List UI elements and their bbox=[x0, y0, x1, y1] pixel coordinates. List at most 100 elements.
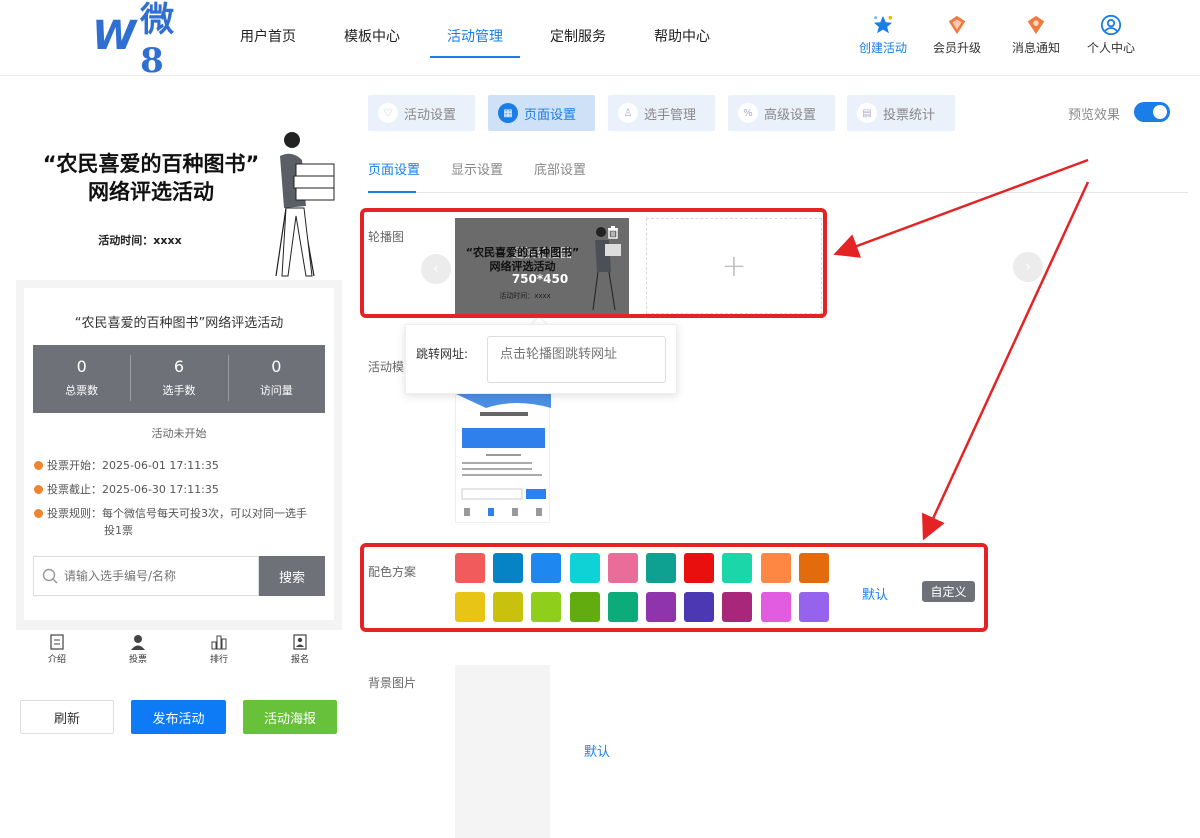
stat-contestants-label: 选手数 bbox=[162, 384, 196, 397]
vote-rule-info: 投票规则：每个微信号每天可投3次，可以对同一选手 投1票 bbox=[34, 505, 324, 539]
step-tab-contestant-management[interactable]: ♙ 选手管理 bbox=[608, 95, 715, 131]
nav-custom-service[interactable]: 定制服务 bbox=[550, 26, 606, 46]
tabbar-intro[interactable]: 介绍 bbox=[27, 634, 87, 665]
logo-text: 微8 bbox=[140, 0, 176, 81]
document-icon bbox=[50, 634, 64, 650]
stat-contestants: 6 选手数 bbox=[130, 345, 227, 413]
publish-activity-button[interactable]: 发布活动 bbox=[131, 700, 226, 734]
poster-activity-time: 活动时间：xxxx bbox=[98, 234, 182, 247]
info-dot-icon bbox=[34, 461, 43, 470]
preview-effect-toggle[interactable] bbox=[1134, 102, 1170, 122]
nav-user-home[interactable]: 用户首页 bbox=[240, 26, 296, 46]
nav-active-underline bbox=[430, 56, 520, 58]
stat-visits: 0 访问量 bbox=[227, 345, 325, 413]
percent-icon: % bbox=[738, 103, 758, 123]
subtab-footer-settings[interactable]: 底部设置 bbox=[534, 159, 586, 178]
message-notify-button[interactable]: 消息通知 bbox=[998, 14, 1074, 56]
tabbar-vote[interactable]: 投票 bbox=[108, 634, 168, 665]
arrow-to-color-scheme bbox=[922, 181, 1090, 541]
step-tab-page-settings[interactable]: ▦ 页面设置 bbox=[488, 95, 595, 131]
member-upgrade-label: 会员升级 bbox=[932, 41, 981, 55]
tabbar-intro-label: 介绍 bbox=[47, 655, 66, 665]
search-button[interactable]: 搜索 bbox=[259, 556, 325, 596]
logo[interactable]: W 微8 bbox=[92, 0, 192, 81]
tabbar-vote-label: 投票 bbox=[128, 655, 147, 665]
step-tab-contestant-management-label: 选手管理 bbox=[644, 107, 697, 123]
vip-badge-icon bbox=[948, 15, 966, 35]
user-circle-icon bbox=[1100, 14, 1122, 36]
poster-title-line1: “农民喜爱的百种图书” bbox=[42, 152, 260, 176]
info-dot-icon bbox=[34, 509, 43, 518]
tabbar-ranking-label: 排行 bbox=[209, 655, 228, 665]
step-tab-advanced-settings[interactable]: % 高级设置 bbox=[728, 95, 835, 131]
stat-contestants-value: 6 bbox=[173, 357, 185, 376]
message-notify-label: 消息通知 bbox=[1011, 41, 1060, 55]
person-carrying-books-illustration bbox=[275, 132, 335, 277]
stat-total-votes-label: 总票数 bbox=[65, 384, 99, 397]
step-tab-activity-settings-label: 活动设置 bbox=[404, 107, 457, 123]
vote-end-text: 投票截止：2025-06-30 17:11:35 bbox=[47, 483, 219, 496]
ranking-icon bbox=[211, 635, 227, 650]
member-upgrade-button[interactable]: 会员升级 bbox=[919, 14, 995, 56]
subtab-page-settings[interactable]: 页面设置 bbox=[368, 159, 420, 178]
subtab-divider bbox=[368, 192, 1188, 193]
background-image-slot[interactable] bbox=[455, 665, 550, 838]
personal-center-button[interactable]: 个人中心 bbox=[1073, 14, 1149, 56]
create-activity-button[interactable]: 创建活动 bbox=[845, 14, 921, 56]
background-image-label: 背景图片 bbox=[368, 676, 417, 690]
nav-help-center[interactable]: 帮助中心 bbox=[654, 26, 710, 46]
create-activity-label: 创建活动 bbox=[858, 41, 907, 55]
stat-total-votes: 0 总票数 bbox=[33, 345, 130, 413]
logo-w-mark: W bbox=[92, 13, 137, 59]
chart-icon: ▤ bbox=[857, 103, 877, 123]
activity-status: 活动未开始 bbox=[151, 427, 207, 440]
tabbar-ranking[interactable]: 排行 bbox=[189, 634, 249, 665]
subtab-display-settings[interactable]: 显示设置 bbox=[451, 159, 503, 178]
poster-title-line2: 网络评选活动 bbox=[88, 180, 214, 204]
activity-template-thumbnail[interactable] bbox=[455, 393, 551, 523]
grid-icon: ▦ bbox=[498, 103, 518, 123]
star-icon bbox=[873, 15, 893, 34]
user-icon: ♙ bbox=[618, 103, 638, 123]
chevron-right-icon: › bbox=[1025, 259, 1031, 275]
heart-icon: ♡ bbox=[378, 103, 398, 123]
nav-template-center[interactable]: 模板中心 bbox=[344, 26, 400, 46]
bell-badge-icon bbox=[1027, 15, 1045, 35]
jump-url-label: 跳转网址: bbox=[416, 347, 469, 361]
refresh-button[interactable]: 刷新 bbox=[20, 700, 114, 734]
background-default-button[interactable]: 默认 bbox=[584, 741, 610, 760]
tabbar-signup[interactable]: 报名 bbox=[270, 634, 330, 665]
vote-start-info: 投票开始：2025-06-01 17:11:35 bbox=[34, 457, 324, 474]
preview-card-title: “农民喜爱的百种图书”网络评选活动 bbox=[74, 316, 284, 331]
template-preview-image bbox=[456, 394, 551, 516]
step-tab-page-settings-label: 页面设置 bbox=[524, 107, 577, 123]
info-dot-icon bbox=[34, 485, 43, 494]
stat-visits-value: 0 bbox=[271, 357, 282, 376]
poster-title: “农民喜爱的百种图书” 网络评选活动 bbox=[26, 150, 276, 206]
jump-url-input[interactable] bbox=[487, 336, 666, 383]
carousel-next-button[interactable]: › bbox=[1013, 252, 1043, 282]
vote-end-info: 投票截止：2025-06-30 17:11:35 bbox=[34, 481, 324, 498]
arrow-to-carousel bbox=[833, 158, 1089, 258]
signup-icon bbox=[293, 634, 307, 650]
color-scheme-highlight-box bbox=[360, 543, 988, 632]
step-tab-activity-settings[interactable]: ♡ 活动设置 bbox=[368, 95, 475, 131]
personal-center-label: 个人中心 bbox=[1086, 41, 1135, 55]
search-icon bbox=[42, 568, 58, 584]
vote-rule-text-1: 投票规则：每个微信号每天可投3次，可以对同一选手 bbox=[47, 507, 307, 520]
subtab-active-underline bbox=[368, 191, 416, 193]
step-tab-advanced-settings-label: 高级设置 bbox=[764, 107, 817, 123]
nav-activity-management[interactable]: 活动管理 bbox=[447, 26, 503, 46]
vote-rule-text-2: 投1票 bbox=[104, 524, 133, 537]
stats-bar: 0 总票数 6 选手数 0 访问量 bbox=[33, 345, 325, 413]
stat-visits-label: 访问量 bbox=[259, 384, 293, 397]
contestant-search-field[interactable] bbox=[33, 556, 259, 596]
preview-effect-label: 预览效果 bbox=[1068, 108, 1121, 123]
contestant-search-input[interactable] bbox=[64, 569, 244, 583]
carousel-highlight-box bbox=[360, 208, 827, 318]
activity-poster-button[interactable]: 活动海报 bbox=[243, 700, 337, 734]
vote-start-text: 投票开始：2025-06-01 17:11:35 bbox=[47, 459, 219, 472]
person-icon bbox=[131, 635, 145, 650]
step-tab-vote-statistics-label: 投票统计 bbox=[883, 107, 936, 123]
step-tab-vote-statistics[interactable]: ▤ 投票统计 bbox=[847, 95, 955, 131]
